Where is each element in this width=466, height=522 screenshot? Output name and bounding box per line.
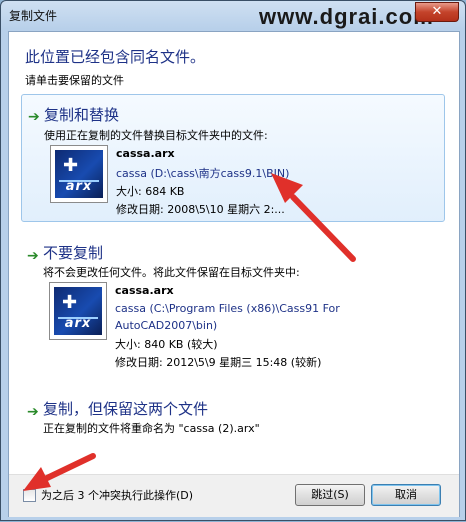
annotation-arrows xyxy=(23,173,356,491)
annotation-arrow-path-icon xyxy=(271,173,356,262)
copy-file-dialog: 复制文件 www.dgrai.com ✕ 此位置已经包含同名文件。 请单击要保留… xyxy=(0,0,466,521)
annotation-arrow-checkbox-icon xyxy=(23,453,96,491)
